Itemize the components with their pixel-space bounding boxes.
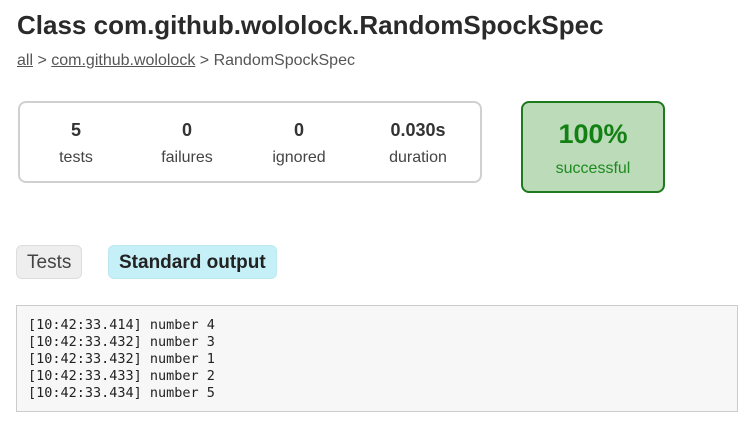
summary-box: 5 tests 0 failures 0 ignored 0.030s dura… [18,101,482,183]
success-label: successful [555,160,631,177]
tab-standard-output[interactable]: Standard output [108,245,277,279]
output-line: [10:42:33.433] number 2 [28,368,215,384]
success-percent: 100% [558,119,628,149]
duration-value: 0.030s [390,120,446,140]
breadcrumb-link-package[interactable]: com.github.wololock [51,52,195,69]
page-title: Class com.github.wololock.RandomSpockSpe… [17,10,604,40]
standard-output-panel: [10:42:33.414] number 4 [10:42:33.432] n… [16,305,738,412]
tests-count: 5 [70,120,81,140]
ignored-count: 0 [293,120,304,140]
failures-count: 0 [181,120,192,140]
output-line: [10:42:33.432] number 3 [28,334,215,350]
tests-label: tests [59,149,93,166]
duration-label: duration [389,149,447,166]
breadcrumb-separator: > [195,52,214,69]
failures-label: failures [161,149,213,166]
breadcrumb-current: RandomSpockSpec [213,52,355,69]
output-line: [10:42:33.432] number 1 [28,351,215,367]
ignored-label: ignored [272,149,326,166]
success-rate-box: 100% successful [521,101,665,193]
tab-tests[interactable]: Tests [16,245,83,279]
breadcrumb: all > com.github.wololock > RandomSpockS… [17,52,355,70]
output-line: [10:42:33.434] number 5 [28,385,215,401]
breadcrumb-link-all[interactable]: all [17,52,33,69]
output-line: [10:42:33.414] number 4 [28,317,215,333]
breadcrumb-separator: > [33,52,52,69]
